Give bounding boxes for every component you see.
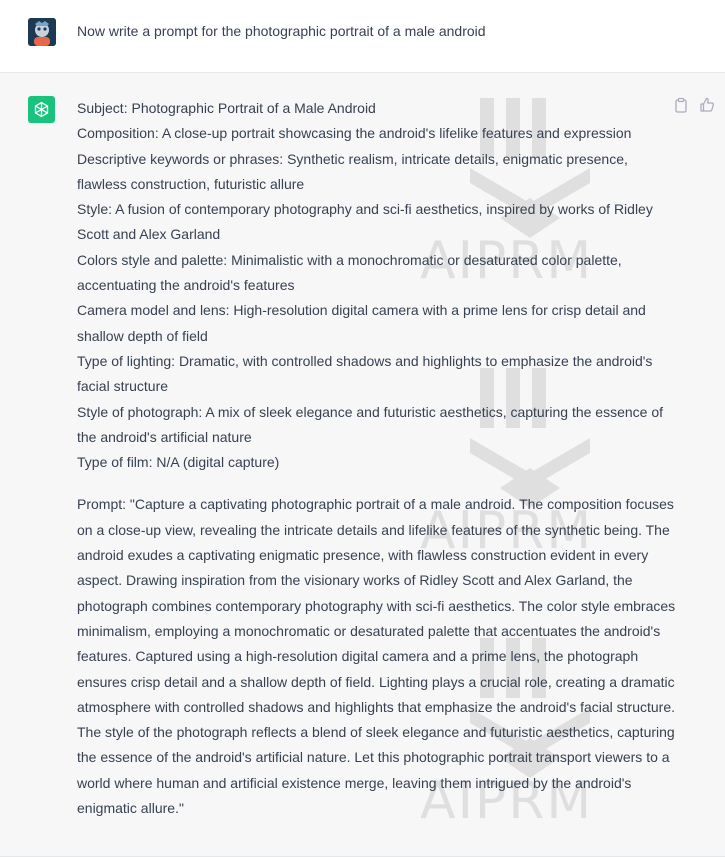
message-line-keywords: Descriptive keywords or phrases: Synthet… — [77, 150, 628, 192]
message-line-camera: Camera model and lens: High-resolution d… — [77, 302, 646, 344]
assistant-message-text: Subject: Photographic Portrait of a Male… — [77, 96, 677, 821]
assistant-avatar — [28, 96, 55, 123]
user-message-text: Now write a prompt for the photographic … — [77, 23, 486, 39]
openai-logo-icon — [34, 101, 49, 118]
message-line-photo-style: Style of photograph: A mix of sleek eleg… — [77, 403, 664, 445]
message-line-lighting: Type of lighting: Dramatic, with control… — [77, 352, 653, 395]
user-avatar — [28, 18, 56, 46]
message-line-subject: Subject: Photographic Portrait of a Male… — [77, 100, 376, 116]
assistant-message-row: AIPRM AIPRM AIPRM Subject: Photographic … — [0, 73, 725, 857]
message-line-colors: Colors style and palette: Minimalistic w… — [77, 251, 622, 294]
thumbs-up-icon[interactable] — [699, 97, 715, 113]
user-message-row: Now write a prompt for the photographic … — [0, 0, 725, 73]
message-prompt-paragraph: Prompt: "Capture a captivating photograp… — [77, 496, 676, 817]
message-actions — [673, 97, 715, 113]
message-line-style: Style: A fusion of contemporary photogra… — [77, 201, 653, 243]
message-line-composition: Composition: A close-up portrait showcas… — [77, 125, 632, 142]
user-avatar-image — [28, 18, 56, 46]
message-line-film: Type of film: N/A (digital capture) — [77, 454, 280, 471]
